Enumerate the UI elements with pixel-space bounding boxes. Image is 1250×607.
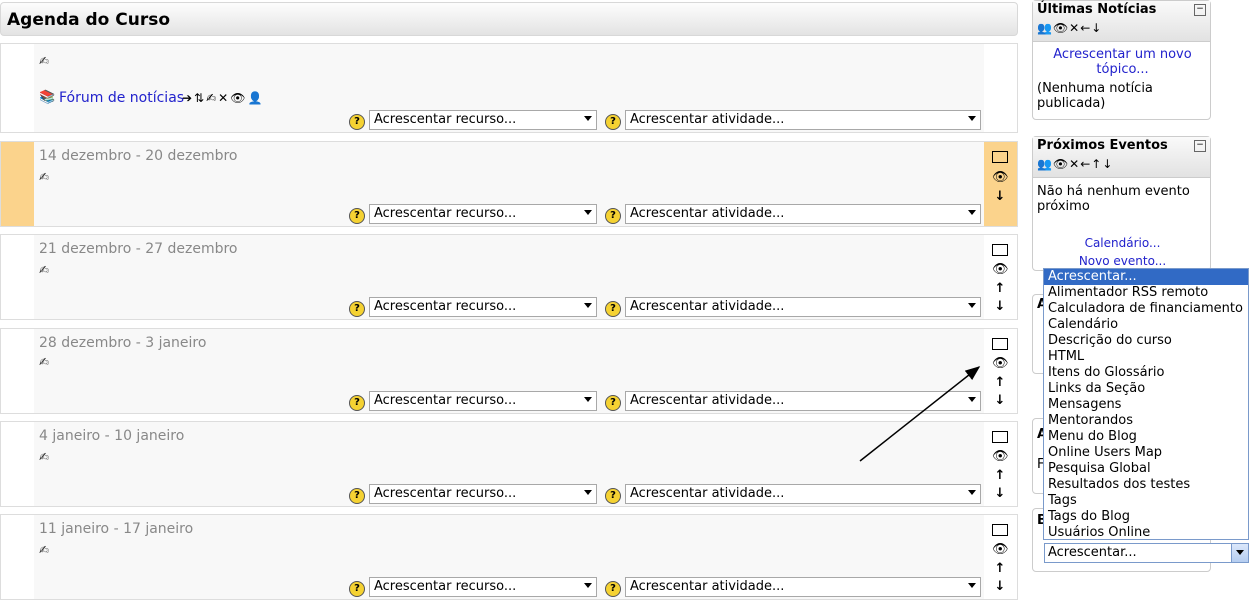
show-only-section-icon[interactable] — [992, 524, 1008, 536]
add-block-dropdown-list[interactable]: Acrescentar... Alimentador RSS remoto Ca… — [1043, 268, 1249, 540]
news-empty-text: (Nenhuma notícia publicada) — [1037, 81, 1153, 111]
add-activity-select[interactable]: Acrescentar atividade... — [625, 297, 981, 317]
help-icon[interactable]: ? — [349, 395, 365, 411]
help-icon[interactable]: ? — [349, 114, 365, 130]
dropdown-arrow-icon[interactable] — [1231, 544, 1248, 562]
help-icon[interactable]: ? — [605, 395, 621, 411]
course-section-2: 21 dezembro - 27 dezembro ✍ ? Acrescenta… — [0, 234, 1018, 320]
show-only-section-icon[interactable] — [992, 151, 1008, 163]
edit-summary-icon[interactable]: ✍ — [39, 263, 49, 277]
hide-eye-icon[interactable]: 👁 — [992, 450, 1009, 463]
move-up-icon[interactable]: ↑ — [992, 376, 1008, 389]
edit-summary-icon[interactable]: ✍ — [39, 54, 49, 68]
new-event-link[interactable]: Novo evento... — [1037, 254, 1208, 268]
help-icon[interactable]: ? — [605, 301, 621, 317]
add-resource-select[interactable]: Acrescentar recurso... — [369, 577, 597, 597]
section-summary: 4 janeiro - 10 janeiro — [39, 428, 185, 444]
dropdown-option[interactable]: Menu do Blog — [1044, 429, 1248, 445]
news-block: Últimas Notícias − 👥👁✕←↓ Acrescentar um … — [1032, 0, 1211, 120]
add-resource-select[interactable]: Acrescentar recurso... — [369, 391, 597, 411]
forum-icon: 📚 — [39, 90, 56, 105]
add-resource-select[interactable]: Acrescentar recurso... — [369, 110, 597, 130]
dropdown-option[interactable]: Links da Seção — [1044, 381, 1248, 397]
move-down-icon[interactable]: ↓ — [992, 394, 1008, 407]
block-edit-icons[interactable]: 👥👁✕←↓ — [1037, 21, 1102, 35]
help-icon[interactable]: ? — [349, 488, 365, 504]
hide-eye-icon[interactable]: 👁 — [992, 543, 1009, 556]
section-summary: 21 dezembro - 27 dezembro — [39, 241, 238, 257]
help-icon[interactable]: ? — [605, 114, 621, 130]
add-activity-select[interactable]: Acrescentar atividade... — [625, 484, 981, 504]
forum-link[interactable]: Fórum de notícias — [59, 90, 184, 106]
block-edit-icons[interactable]: 👥👁✕←↑↓ — [1037, 157, 1113, 171]
hide-eye-icon[interactable]: 👁 — [992, 263, 1009, 276]
help-icon[interactable]: ? — [349, 581, 365, 597]
dropdown-option[interactable]: Calculadora de financiamento — [1044, 301, 1248, 317]
dropdown-option[interactable]: HTML — [1044, 349, 1248, 365]
dropdown-option[interactable]: Usuários Online — [1044, 525, 1248, 541]
events-block: Próximos Eventos − 👥👁✕←↑↓ Não há nenhum … — [1032, 136, 1211, 271]
hide-eye-icon[interactable]: 👁 — [992, 357, 1009, 370]
page-header: Agenda do Curso — [0, 2, 1018, 36]
dropdown-option[interactable]: Online Users Map — [1044, 445, 1248, 461]
dropdown-option[interactable]: Itens do Glossário — [1044, 365, 1248, 381]
help-icon[interactable]: ? — [605, 581, 621, 597]
collapse-icon[interactable]: − — [1194, 4, 1206, 16]
section-summary: 14 dezembro - 20 dezembro — [39, 148, 238, 164]
calendar-link[interactable]: Calendário... — [1037, 236, 1208, 250]
show-only-section-icon[interactable] — [992, 431, 1008, 443]
help-icon[interactable]: ? — [605, 488, 621, 504]
collapse-icon[interactable]: − — [1194, 140, 1206, 152]
course-section-0: ✍ 📚 Fórum de notícias ➔⇅✍✕👁👤 ? Acrescent… — [0, 43, 1018, 133]
dropdown-option[interactable]: Tags do Blog — [1044, 509, 1248, 525]
forum-edit-icons[interactable]: ➔⇅✍✕👁👤 — [182, 91, 264, 105]
move-down-icon[interactable]: ↓ — [992, 487, 1008, 500]
hide-eye-icon[interactable]: 👁 — [992, 171, 1009, 184]
add-topic-link[interactable]: Acrescentar um novo tópico... — [1037, 47, 1208, 77]
move-down-icon[interactable]: ↓ — [992, 300, 1008, 313]
add-activity-select[interactable]: Acrescentar atividade... — [625, 204, 981, 224]
events-empty-text: Não há nenhum evento próximo — [1037, 184, 1190, 214]
course-section-5: 11 janeiro - 17 janeiro ✍ ? Acrescentar … — [0, 514, 1018, 600]
dropdown-option[interactable]: Pesquisa Global — [1044, 461, 1248, 477]
help-icon[interactable]: ? — [349, 301, 365, 317]
edit-summary-icon[interactable]: ✍ — [39, 355, 49, 369]
move-up-icon[interactable]: ↑ — [992, 282, 1008, 295]
dropdown-option[interactable]: Mensagens — [1044, 397, 1248, 413]
edit-summary-icon[interactable]: ✍ — [39, 450, 49, 464]
show-only-section-icon[interactable] — [992, 338, 1008, 350]
move-up-icon[interactable]: ↑ — [992, 469, 1008, 482]
add-activity-select[interactable]: Acrescentar atividade... — [625, 110, 981, 130]
course-section-1: 14 dezembro - 20 dezembro ✍ ? Acrescenta… — [0, 141, 1018, 227]
edit-summary-icon[interactable]: ✍ — [39, 170, 49, 184]
dropdown-option[interactable]: Acrescentar... — [1044, 269, 1248, 285]
dropdown-option[interactable]: Descrição do curso — [1044, 333, 1248, 349]
help-icon[interactable]: ? — [349, 208, 365, 224]
add-resource-select[interactable]: Acrescentar recurso... — [369, 204, 597, 224]
dropdown-option[interactable]: Tags — [1044, 493, 1248, 509]
add-activity-select[interactable]: Acrescentar atividade... — [625, 577, 981, 597]
page-title: Agenda do Curso — [7, 10, 171, 30]
add-resource-select[interactable]: Acrescentar recurso... — [369, 297, 597, 317]
add-resource-select[interactable]: Acrescentar recurso... — [369, 484, 597, 504]
move-up-icon[interactable]: ↑ — [992, 562, 1008, 575]
dropdown-option[interactable]: Alimentador RSS remoto — [1044, 285, 1248, 301]
section-summary: 28 dezembro - 3 janeiro — [39, 335, 207, 351]
dropdown-option[interactable]: Calendário — [1044, 317, 1248, 333]
annotation-arrow — [859, 366, 981, 462]
add-block-select[interactable]: Acrescentar... — [1044, 543, 1249, 563]
dropdown-option[interactable]: Resultados dos testes — [1044, 477, 1248, 493]
events-block-title: Próximos Eventos — [1037, 138, 1168, 153]
help-icon[interactable]: ? — [605, 208, 621, 224]
move-down-icon[interactable]: ↓ — [992, 580, 1008, 593]
news-block-title: Últimas Notícias — [1037, 2, 1157, 17]
show-only-section-icon[interactable] — [992, 244, 1008, 256]
section-summary: 11 janeiro - 17 janeiro — [39, 521, 194, 537]
dropdown-option[interactable]: Mentorandos — [1044, 413, 1248, 429]
move-down-icon[interactable]: ↓ — [992, 190, 1008, 203]
edit-summary-icon[interactable]: ✍ — [39, 543, 49, 557]
